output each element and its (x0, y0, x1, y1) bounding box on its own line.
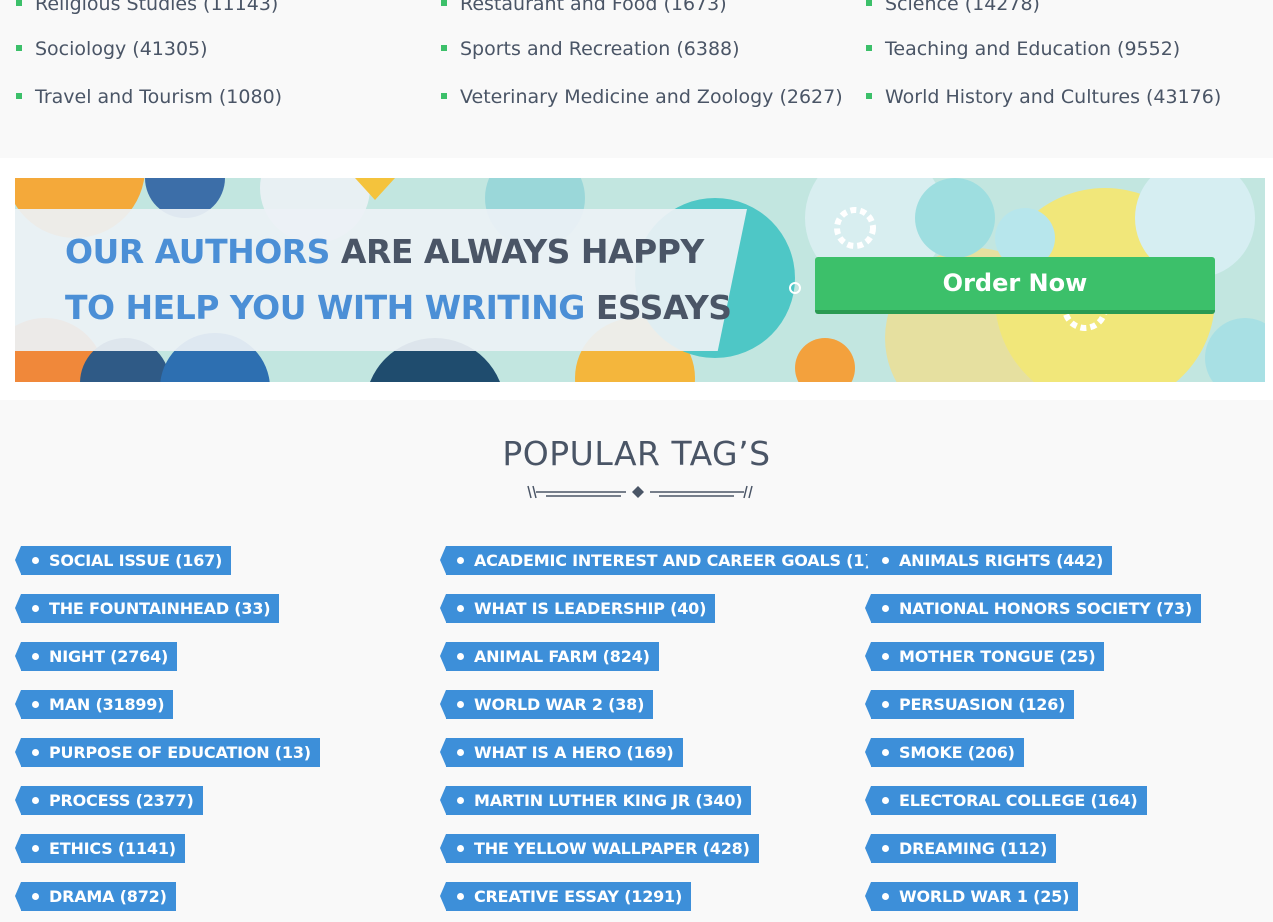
category-link[interactable]: Religious Studies (11143) (16, 0, 278, 15)
dot-icon (32, 557, 39, 564)
dot-icon (32, 749, 39, 756)
bullet-icon (441, 45, 447, 51)
banner-headline-line1: OUR AUTHORS ARE ALWAYS HAPPY (65, 232, 704, 271)
tag-link[interactable]: DREAMING (112) (864, 834, 1057, 863)
tag-link[interactable]: MARTIN LUTHER KING JR (340) (439, 786, 752, 815)
promo-banner: OUR AUTHORS ARE ALWAYS HAPPY TO HELP YOU… (15, 178, 1265, 382)
tag-link[interactable]: WORLD WAR 2 (38) (439, 690, 654, 719)
dot-icon (32, 701, 39, 708)
dot-icon (882, 653, 889, 660)
dot-icon (882, 797, 889, 804)
dot-icon (32, 845, 39, 852)
tag-link[interactable]: MAN (31899) (14, 690, 174, 719)
tag-link[interactable]: ELECTORAL COLLEGE (164) (865, 786, 1147, 815)
section-title: POPULAR TAG’S (502, 434, 771, 473)
tag-link[interactable]: SMOKE (206) (865, 738, 1024, 767)
tag-link[interactable]: WHAT IS LEADERSHIP (40) (439, 594, 716, 623)
category-link[interactable]: Sports and Recreation (6388) (441, 38, 740, 60)
tag-link[interactable]: PURPOSE OF EDUCATION (13) (15, 738, 320, 767)
dot-icon (882, 605, 889, 612)
dot-icon (882, 701, 889, 708)
category-link[interactable]: Veterinary Medicine and Zoology (2627) (441, 86, 843, 108)
category-link[interactable]: Sociology (41305) (16, 38, 208, 60)
tag-link[interactable]: SOCIAL ISSUE (167) (14, 546, 232, 575)
tag-link[interactable]: DRAMA (872) (15, 882, 176, 911)
dot-icon (457, 749, 464, 756)
dot-icon (457, 845, 464, 852)
dot-icon (882, 893, 889, 900)
bullet-icon (16, 93, 22, 99)
tag-link[interactable]: ETHICS (1141) (15, 834, 185, 863)
popular-tags-section: POPULAR TAG’S SOCIAL ISSUE (167) THE FOU… (0, 400, 1273, 922)
tag-link[interactable]: CREATIVE ESSAY (1291) (439, 882, 692, 911)
tag-link[interactable]: WHAT IS A HERO (169) (440, 738, 683, 767)
bullet-icon (441, 0, 447, 6)
bullet-icon (441, 93, 447, 99)
dot-icon (32, 797, 39, 804)
category-link[interactable]: Restaurant and Food (1673) (441, 0, 727, 15)
bullet-icon (16, 45, 22, 51)
category-link[interactable]: World History and Cultures (43176) (866, 86, 1221, 108)
bullet-icon (866, 0, 872, 6)
bullet-icon (866, 45, 872, 51)
dot-icon (882, 557, 889, 564)
tag-link[interactable]: THE FOUNTAINHEAD (33) (14, 594, 280, 623)
dot-icon (32, 653, 39, 660)
order-now-button[interactable]: Order Now (815, 257, 1215, 314)
dot-icon (457, 653, 464, 660)
dot-icon (32, 893, 39, 900)
tag-link[interactable]: PERSUASION (126) (864, 690, 1075, 719)
tag-link[interactable]: ANIMALS RIGHTS (442) (864, 546, 1113, 575)
dot-icon (32, 605, 39, 612)
category-link[interactable]: Teaching and Education (9552) (866, 38, 1180, 60)
dot-icon (457, 797, 464, 804)
dot-icon (457, 605, 464, 612)
tag-link[interactable]: MOTHER TONGUE (25) (864, 642, 1105, 671)
tag-link[interactable]: NATIONAL HONORS SOCIETY (73) (864, 594, 1202, 623)
banner-headline-line2: TO HELP YOU WITH WRITING ESSAYS (65, 288, 732, 327)
bullet-icon (16, 0, 22, 6)
dot-icon (457, 701, 464, 708)
tag-link[interactable]: WORLD WAR 1 (25) (864, 882, 1079, 911)
category-link[interactable]: Travel and Tourism (1080) (16, 86, 282, 108)
dot-icon (457, 893, 464, 900)
category-list: Religious Studies (11143) Sociology (413… (0, 0, 1273, 158)
tag-link[interactable]: ANIMAL FARM (824) (440, 642, 659, 671)
tag-link[interactable]: NIGHT (2764) (14, 642, 178, 671)
dot-icon (882, 845, 889, 852)
tag-link[interactable]: PROCESS (2377) (15, 786, 203, 815)
dot-icon (457, 557, 464, 564)
divider-ornament-icon (527, 485, 753, 499)
dot-icon (882, 749, 889, 756)
tag-link[interactable]: ACADEMIC INTEREST AND CAREER GOALS (1) (439, 546, 881, 575)
category-link[interactable]: Science (14278) (866, 0, 1040, 15)
bullet-icon (866, 93, 872, 99)
banner-text-panel (15, 209, 747, 351)
tag-link[interactable]: THE YELLOW WALLPAPER (428) (440, 834, 759, 863)
